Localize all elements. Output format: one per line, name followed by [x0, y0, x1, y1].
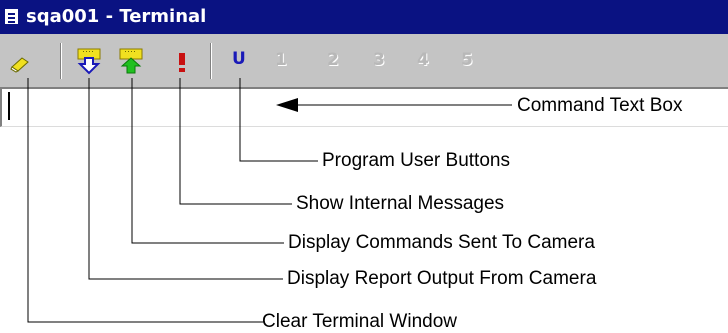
command-box-arrowhead	[276, 98, 298, 112]
callout-display-report: Display Report Output From Camera	[287, 268, 597, 289]
user-buttons-leader	[239, 78, 318, 162]
callout-command-text-box: Command Text Box	[517, 95, 683, 116]
callout-clear-terminal: Clear Terminal Window	[262, 311, 457, 332]
report-leader	[88, 78, 283, 280]
clear-leader	[27, 78, 264, 323]
internal-messages-leader	[179, 78, 292, 205]
callout-program-user-buttons: Program User Buttons	[322, 150, 510, 171]
callout-display-commands: Display Commands Sent To Camera	[288, 232, 595, 253]
callout-show-internal-messages: Show Internal Messages	[296, 193, 505, 214]
